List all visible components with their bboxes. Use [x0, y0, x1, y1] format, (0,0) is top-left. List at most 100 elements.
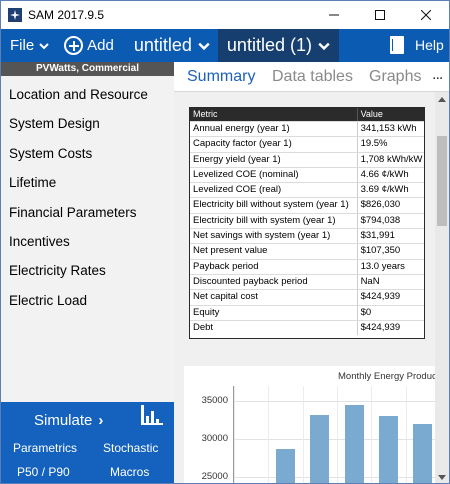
scrollbar-thumb[interactable]	[437, 136, 447, 226]
add-circle-icon	[64, 36, 84, 55]
vertical-gridline	[234, 386, 235, 483]
vertical-gridline	[405, 386, 407, 483]
tab-data-tables[interactable]: Data tables	[272, 68, 353, 86]
parametrics-link[interactable]: Parametrics	[13, 441, 77, 455]
sidebar-item-electricity-rates[interactable]: Electricity Rates	[1, 256, 174, 285]
case-tab-label: untitled (1)	[226, 35, 312, 55]
file-menu-label: File	[10, 37, 35, 54]
y-tick-label: 25000	[201, 471, 228, 483]
menu-bar: File Add untitled untitled (1) Help	[1, 29, 449, 62]
table-row: Equity $0	[190, 304, 424, 320]
case-tab-untitled-1[interactable]: untitled (1)	[217, 29, 339, 62]
table-row: Energy yield (year 1) 1,708 kWh/kW	[190, 151, 424, 167]
value-cell: 4.66 ¢/kWh	[356, 167, 424, 183]
chevron-down-icon[interactable]	[318, 40, 330, 52]
chevron-down-icon[interactable]	[198, 40, 210, 52]
simulate-panel: Simulate › Parametrics Stochastic P50 / …	[1, 402, 174, 483]
sidebar-item-system-design[interactable]: System Design	[1, 109, 174, 138]
sidebar-item-electric-load[interactable]: Electric Load	[1, 286, 174, 315]
chart-bar	[276, 449, 295, 483]
more-options-icon[interactable]: ...	[432, 66, 443, 84]
plot-area	[233, 386, 441, 483]
configuration-label[interactable]: PVWatts, Commercial	[1, 62, 174, 76]
arrow-down-icon	[438, 475, 446, 480]
y-tick-label: 30000	[201, 433, 228, 445]
table-row: Electricity bill with system (year 1) $79…	[190, 212, 424, 229]
notebook-icon[interactable]	[390, 36, 404, 54]
value-cell: 1,708 kWh/kW	[356, 152, 424, 167]
close-button[interactable]	[403, 1, 449, 29]
metric-cell: Electricity bill without system (year 1)	[193, 199, 349, 211]
maximize-icon	[375, 10, 385, 20]
sam-logo-icon	[8, 8, 22, 22]
tab-summary[interactable]: Summary	[187, 68, 255, 86]
file-menu[interactable]: File	[10, 37, 49, 54]
metric-cell: Levelized COE (real)	[193, 184, 282, 196]
table-row: Discounted payback period NaN	[190, 273, 424, 290]
metric-cell: Energy yield (year 1)	[193, 153, 281, 165]
vertical-gridline	[302, 386, 304, 483]
monthly-energy-chart: Monthly Energy Product 35000 30000 25000	[184, 366, 441, 483]
metric-cell: Equity	[193, 306, 220, 318]
value-cell: $826,030	[356, 198, 424, 213]
table-row: Net capital cost $424,939	[190, 289, 424, 305]
close-icon	[421, 10, 431, 20]
value-cell: 341,153 kWh	[356, 122, 424, 137]
macros-link[interactable]: Macros	[110, 465, 149, 479]
table-row: Payback period 13.0 years	[190, 258, 424, 274]
tab-graphs[interactable]: Graphs	[369, 68, 421, 86]
p50-p90-link[interactable]: P50 / P90	[17, 465, 70, 479]
results-tabs: Summary Data tables Graphs ...	[174, 62, 449, 92]
value-column-header: Value	[356, 108, 424, 121]
metric-cell: Net present value	[193, 245, 268, 257]
value-cell: $107,350	[356, 244, 424, 259]
sidebar-item-lifetime[interactable]: Lifetime	[1, 168, 174, 197]
minimize-button[interactable]	[311, 1, 357, 29]
metric-cell: Annual energy (year 1)	[193, 123, 290, 134]
sidebar-item-financial-parameters[interactable]: Financial Parameters	[1, 198, 174, 227]
metric-cell: Debt	[193, 321, 214, 333]
vertical-scrollbar[interactable]	[435, 92, 449, 483]
chart-title: Monthly Energy Product	[338, 371, 440, 382]
value-cell: 13.0 years	[356, 259, 424, 274]
sidebar-item-location-and-resource[interactable]: Location and Resource	[1, 80, 174, 109]
sidebar: PVWatts, Commercial Location and Resourc…	[1, 62, 174, 483]
chart-bar	[379, 416, 398, 483]
add-button[interactable]: Add	[64, 36, 114, 55]
table-header: Metric Value	[190, 108, 424, 121]
arrow-up-icon	[438, 97, 446, 102]
metric-cell: Net capital cost	[193, 291, 258, 303]
metric-cell: Capacity factor (year 1)	[193, 138, 292, 150]
case-tab-label: untitled	[133, 35, 192, 55]
title-bar: SAM 2017.9.5	[1, 1, 449, 29]
case-tab-untitled[interactable]: untitled	[126, 29, 218, 62]
metric-cell: Levelized COE (nominal)	[193, 168, 299, 180]
chart-bar	[344, 405, 364, 483]
scroll-down-button[interactable]	[435, 471, 449, 483]
value-cell: NaN	[356, 274, 424, 290]
stochastic-link[interactable]: Stochastic	[103, 441, 158, 455]
sidebar-item-incentives[interactable]: Incentives	[1, 227, 174, 256]
add-label: Add	[87, 37, 114, 54]
table-row: Annual energy (year 1) 341,153 kWh	[190, 121, 424, 137]
sidebar-item-system-costs[interactable]: System Costs	[1, 139, 174, 168]
main-panel: Summary Data tables Graphs ... Metric Va…	[174, 62, 449, 483]
table-row: Levelized COE (real) 3.69 ¢/kWh	[190, 182, 424, 198]
value-cell: 3.69 ¢/kWh	[356, 183, 424, 198]
maximize-button[interactable]	[357, 1, 403, 29]
value-cell: $794,038	[356, 213, 424, 229]
metric-cell: Net savings with system (year 1)	[193, 230, 331, 242]
metric-cell: Discounted payback period	[193, 275, 308, 287]
simulate-button[interactable]: Simulate ›	[34, 412, 103, 429]
summary-content: Metric Value Annual energy (year 1) 341,1…	[174, 92, 449, 483]
window-title: SAM 2017.9.5	[28, 8, 105, 22]
scroll-up-button[interactable]	[435, 92, 449, 106]
table-row: Electricity bill without system (year 1)…	[190, 197, 424, 213]
help-button[interactable]: Help	[415, 37, 444, 53]
metric-cell: Payback period	[193, 260, 259, 272]
minimize-icon	[329, 14, 339, 16]
value-cell: $0	[356, 305, 424, 320]
chart-bar	[310, 414, 330, 483]
results-chart-icon[interactable]	[141, 405, 163, 425]
value-cell: 19.5%	[356, 137, 424, 152]
